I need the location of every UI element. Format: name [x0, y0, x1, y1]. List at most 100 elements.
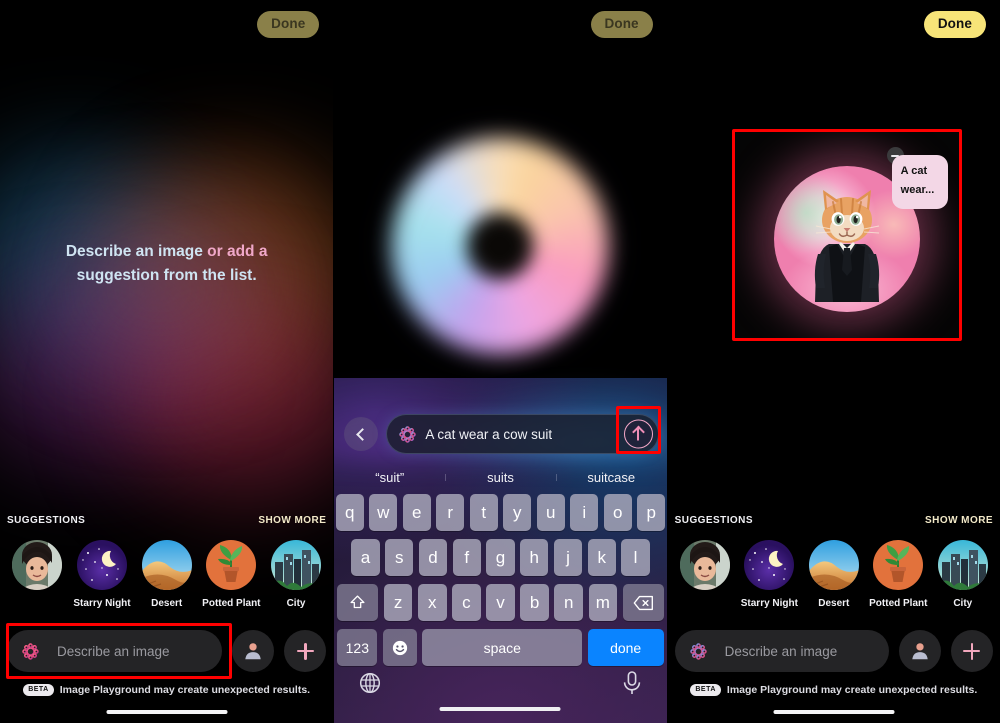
suggestion-desert[interactable]: Desert — [802, 540, 866, 609]
key-s[interactable]: s — [385, 539, 414, 576]
prompt-tag-line-1: A cat — [900, 165, 928, 177]
composer-row: Describe an image — [674, 630, 993, 672]
key-m[interactable]: m — [588, 584, 618, 621]
key-y[interactable]: y — [503, 494, 532, 531]
add-button[interactable] — [950, 630, 993, 672]
home-indicator — [773, 709, 895, 714]
apple-intelligence-icon — [689, 642, 707, 660]
key-p[interactable]: p — [637, 494, 666, 531]
done-button[interactable]: Done — [257, 11, 320, 38]
keyboard-bottom-bar — [334, 667, 666, 699]
person-button[interactable] — [898, 630, 941, 672]
suggestions-header: SUGGESTIONS SHOW MORE — [675, 515, 993, 526]
emoji-icon — [392, 640, 407, 655]
back-button[interactable] — [344, 417, 379, 451]
home-indicator — [106, 709, 228, 714]
starry-night-thumb — [77, 540, 127, 590]
key-x[interactable]: x — [417, 584, 447, 621]
key-h[interactable]: h — [520, 539, 549, 576]
suggestion-city[interactable]: City — [264, 540, 329, 609]
suggestion-starry-night[interactable]: Starry Night — [737, 540, 801, 609]
key-f[interactable]: f — [452, 539, 481, 576]
delete-icon — [633, 595, 653, 610]
suggestion-label: Starry Night — [740, 598, 798, 609]
key-c[interactable]: c — [452, 584, 481, 621]
suggestion-city[interactable]: City — [931, 540, 995, 609]
globe-icon[interactable] — [358, 671, 382, 695]
emoji-key[interactable] — [382, 629, 417, 666]
describe-input[interactable]: Describe an image — [7, 630, 223, 672]
add-button[interactable] — [284, 630, 327, 672]
suggestion-label: Potted Plant — [202, 598, 261, 609]
empty-state-headline: Describe an image or add a suggestion fr… — [0, 240, 333, 288]
starry-night-thumb — [744, 540, 795, 590]
suggestion-potted-plant[interactable]: Potted Plant — [199, 540, 264, 609]
return-key[interactable]: done — [587, 629, 664, 666]
shift-key[interactable] — [337, 584, 379, 621]
key-t[interactable]: t — [469, 494, 498, 531]
key-g[interactable]: g — [486, 539, 515, 576]
beta-disclaimer: BETA Image Playground may create unexpec… — [0, 684, 333, 696]
keyboard-row-3: z x c v b n m — [334, 584, 666, 621]
key-r[interactable]: r — [436, 494, 465, 531]
microphone-icon[interactable] — [621, 670, 643, 696]
key-b[interactable]: b — [520, 584, 549, 621]
panel-empty-state: Done Describe an image or add a suggesti… — [0, 0, 334, 723]
key-o[interactable]: o — [603, 494, 632, 531]
keyboard-area: A cat wear a cow suit “suit” suits suitc… — [334, 350, 667, 723]
suggestion-desert[interactable]: Desert — [134, 540, 199, 609]
describe-input[interactable]: Describe an image — [674, 630, 889, 672]
show-more-button[interactable]: SHOW MORE — [925, 515, 993, 526]
bottom-section: SUGGESTIONS SHOW MORE Starry Night Deser… — [0, 500, 333, 723]
key-q[interactable]: q — [335, 494, 364, 531]
numbers-key[interactable]: 123 — [337, 629, 378, 666]
suggestion-potted-plant[interactable]: Potted Plant — [866, 540, 930, 609]
key-k[interactable]: k — [587, 539, 616, 576]
suggestion-person[interactable] — [673, 540, 737, 609]
bottom-section: SUGGESTIONS SHOW MORE Starry Night Deser… — [668, 500, 1000, 723]
keyboard-row-1: q w e r t y u i o p — [334, 494, 666, 531]
key-n[interactable]: n — [554, 584, 584, 621]
suggestions-title: SUGGESTIONS — [7, 515, 86, 526]
delete-key[interactable] — [622, 584, 664, 621]
key-u[interactable]: u — [536, 494, 565, 531]
prompt-input[interactable]: A cat wear a cow suit — [386, 414, 659, 454]
done-button[interactable]: Done — [590, 11, 653, 38]
suggestions-header: SUGGESTIONS SHOW MORE — [7, 515, 326, 526]
key-d[interactable]: d — [418, 539, 448, 576]
suggestion-starry-night[interactable]: Starry Night — [70, 540, 135, 609]
key-w[interactable]: w — [369, 494, 398, 531]
key-a[interactable]: a — [351, 539, 380, 576]
result-image-frame[interactable]: A cat wear... — [733, 131, 960, 339]
key-j[interactable]: j — [553, 539, 583, 576]
beta-disclaimer: BETA Image Playground may create unexpec… — [668, 684, 1000, 696]
autocorrect-option-2[interactable]: suits — [445, 470, 556, 485]
space-key[interactable]: space — [422, 629, 583, 666]
home-indicator — [439, 706, 561, 711]
key-l[interactable]: l — [621, 539, 650, 576]
suggestion-label: City — [953, 598, 973, 609]
suggestions-row: Starry Night Desert Potted Plant City — [673, 540, 995, 609]
headline-part-2: or add a — [202, 243, 268, 260]
key-i[interactable]: i — [570, 494, 599, 531]
person-button[interactable] — [232, 630, 275, 672]
suggestions-title: SUGGESTIONS — [674, 515, 753, 526]
suggestion-label: Desert — [818, 598, 850, 609]
autocorrect-option-3[interactable]: suitcase — [555, 470, 667, 485]
beta-badge: BETA — [23, 684, 54, 696]
suggestion-label: Potted Plant — [869, 598, 928, 609]
done-button[interactable]: Done — [923, 11, 986, 38]
key-v[interactable]: v — [486, 584, 515, 621]
chevron-left-icon — [356, 427, 370, 441]
key-e[interactable]: e — [402, 494, 431, 531]
prompt-input-value: A cat wear a cow suit — [425, 426, 553, 442]
autocorrect-bar: “suit” suits suitcase — [334, 462, 666, 492]
show-more-button[interactable]: SHOW MORE — [258, 515, 326, 526]
prompt-tag-chip[interactable]: A cat wear... — [891, 155, 948, 209]
describe-input-placeholder: Describe an image — [724, 643, 838, 659]
send-button[interactable] — [623, 419, 653, 449]
key-z[interactable]: z — [383, 584, 413, 621]
person-icon — [912, 643, 928, 660]
suggestion-person[interactable] — [5, 540, 70, 609]
autocorrect-option-1[interactable]: “suit” — [334, 470, 445, 485]
